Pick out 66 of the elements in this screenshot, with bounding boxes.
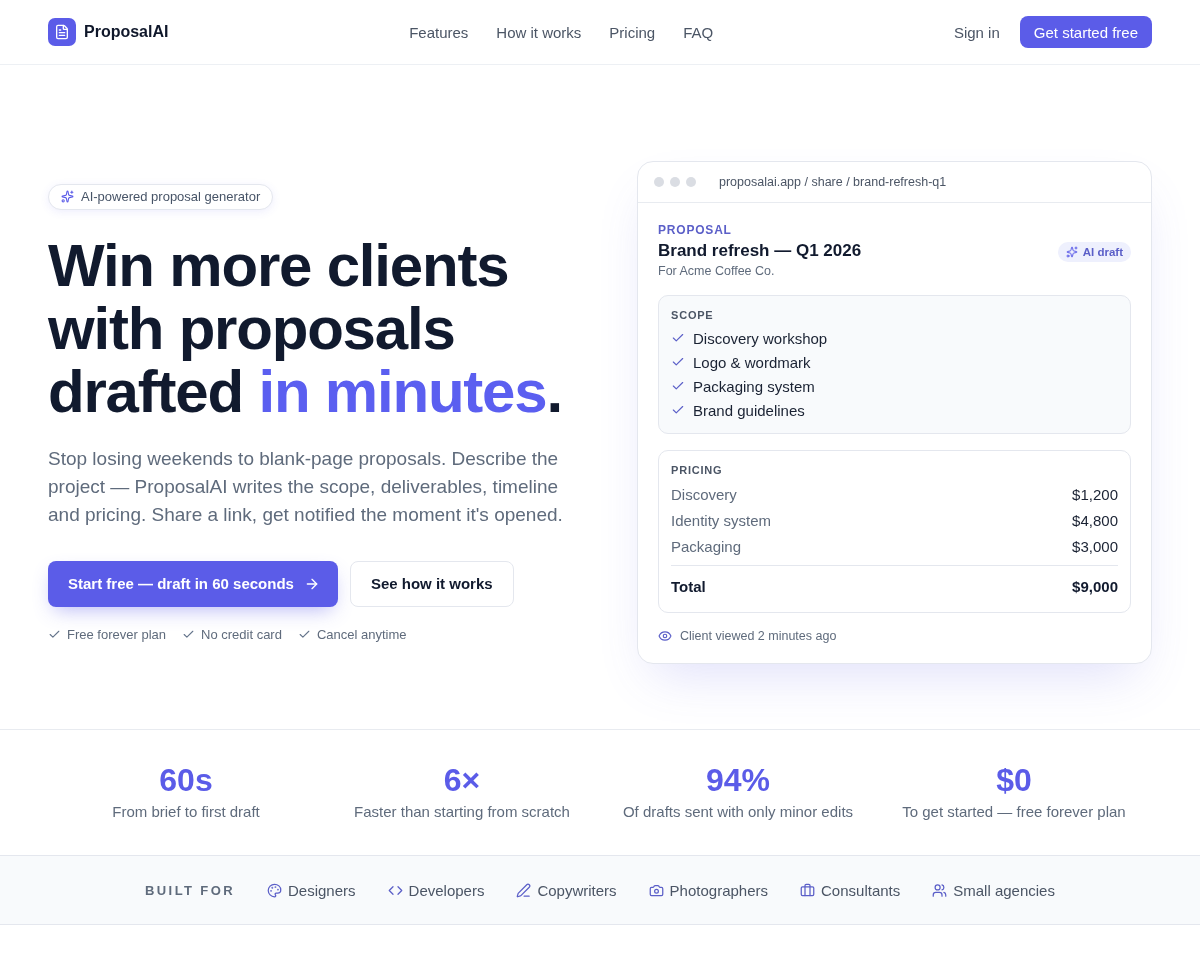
see-how-button[interactable]: See how it works: [349, 560, 514, 607]
perk-text: Cancel anytime: [316, 626, 407, 642]
audience-label: Developers: [408, 881, 485, 899]
stat-value: 60s: [159, 761, 213, 800]
start-free-button[interactable]: Start free — draft in 60 seconds: [48, 560, 338, 607]
briefcase-icon: [800, 882, 815, 898]
total-label: Total: [671, 578, 706, 595]
document-logo-icon: [48, 18, 76, 46]
hero-description: Stop losing weekends to blank-page proposals. Describe the project — ProposalAI writes the scope, deliverables, timeline and pricing. Share a link, get notified the moment it's opened.: [48, 446, 564, 527]
check-icon: [671, 331, 685, 345]
sparkle-icon: [1065, 246, 1078, 258]
check-icon: [671, 379, 685, 393]
stat-label: From brief to first draft: [112, 802, 260, 822]
activity-text: Client viewed 2 minutes ago: [680, 629, 837, 643]
stat-value: 94%: [705, 761, 770, 800]
nav-link[interactable]: FAQ: [683, 23, 714, 41]
sparkle-icon: [61, 190, 74, 203]
pen-icon: [516, 882, 532, 898]
eyebrow-label: PROPOSAL: [658, 223, 733, 237]
url-text: proposalai.app / share / brand-refresh-q1: [719, 175, 947, 189]
price-amount: $1,200: [1072, 485, 1118, 503]
audience-label: Designers: [288, 881, 356, 899]
stat-label: To get started — free forever plan: [902, 802, 1126, 822]
section-heading: SCOPE: [671, 309, 715, 321]
proposal-title: Brand refresh — Q1 2026: [658, 241, 862, 261]
audience-label: Copywriters: [537, 881, 617, 899]
tag-text: AI draft: [1082, 246, 1123, 258]
stat-value: 6×: [443, 761, 481, 800]
nav-link[interactable]: Features: [409, 23, 469, 41]
announcement-text: AI-powered proposal generator: [81, 189, 261, 204]
stat-value: $0: [996, 761, 1032, 800]
audience-label: Consultants: [821, 881, 901, 899]
check-icon: [671, 355, 685, 369]
camera-icon: [648, 882, 664, 898]
section-heading: PRICING: [671, 464, 724, 476]
audience-label: Small agencies: [953, 881, 1055, 899]
price-amount: $4,800: [1072, 511, 1118, 529]
brand-name: ProposalAI: [84, 23, 169, 41]
total-amount: $9,000: [1072, 578, 1118, 595]
stat-label: Of drafts sent with only minor edits: [622, 802, 854, 822]
audience-label: Photographers: [669, 881, 768, 899]
price-label: Identity system: [671, 511, 772, 529]
perk-text: Free forever plan: [67, 626, 166, 642]
check-icon: [671, 403, 685, 417]
window-dot-icon: [654, 177, 664, 187]
scope-item-text: Brand guidelines: [693, 401, 805, 419]
scope-item-text: Logo & wordmark: [693, 353, 811, 371]
stat-label: Faster than starting from scratch: [354, 802, 570, 822]
eye-icon: [658, 629, 672, 643]
price-label: Discovery: [671, 485, 737, 503]
window-dot-icon: [686, 177, 696, 187]
scope-item-text: Discovery workshop: [693, 329, 828, 347]
hero-headline: Win more clients with proposals drafted in minutes.: [48, 233, 563, 423]
people-icon: [932, 882, 948, 898]
get-started-button[interactable]: Get started free: [1019, 16, 1152, 48]
client-name: For Acme Coffee Co.: [658, 264, 776, 278]
palette-icon: [267, 882, 282, 898]
scope-item-text: Packaging system: [693, 377, 815, 395]
window-dot-icon: [670, 177, 680, 187]
nav-link[interactable]: Pricing: [609, 23, 656, 41]
price-amount: $3,000: [1072, 537, 1118, 555]
perk-text: No credit card: [201, 626, 282, 642]
price-label: Packaging: [671, 537, 742, 555]
built-for-label: BUILT FOR: [145, 882, 235, 898]
nav-link[interactable]: How it works: [496, 23, 582, 41]
sign-in-link[interactable]: Sign in: [953, 23, 1000, 41]
